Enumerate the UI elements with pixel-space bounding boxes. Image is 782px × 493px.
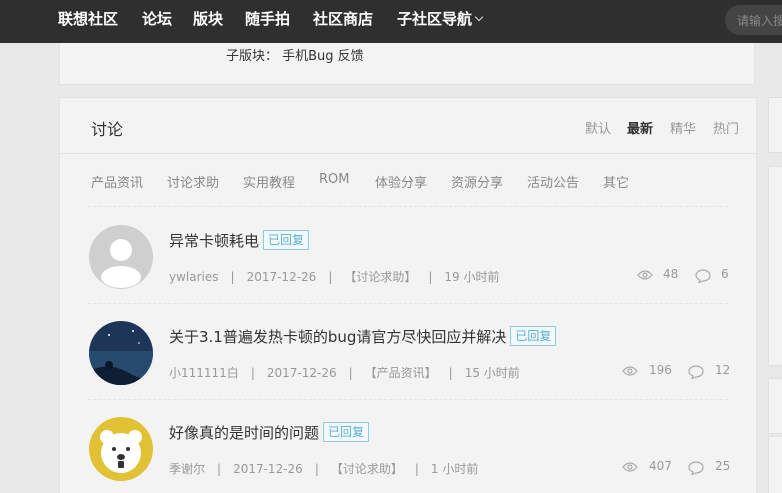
- sort-default[interactable]: 默认: [585, 118, 611, 137]
- last-reply-time: 1 小时前: [430, 462, 479, 476]
- side-card: [768, 97, 782, 153]
- category-other[interactable]: 其它: [603, 172, 629, 191]
- comment-icon: [688, 461, 704, 475]
- nav-home[interactable]: 联想社区: [58, 8, 118, 30]
- thread-meta: 小111111白 | 2017-12-26 | 【产品资讯】 | 15 小时前: [169, 366, 520, 380]
- category-discussion[interactable]: 讨论求助: [167, 172, 219, 191]
- replied-badge: 已回复: [263, 230, 310, 250]
- side-card: [768, 436, 782, 493]
- polar-bear-avatar-icon: [89, 417, 153, 481]
- category-resources[interactable]: 资源分享: [451, 172, 503, 191]
- category-rom[interactable]: ROM: [319, 172, 349, 187]
- default-avatar-icon: [89, 225, 153, 289]
- thread-title[interactable]: 关于3.1普遍发热卡顿的bug请官方尽快回应并解决 已回复: [169, 326, 557, 347]
- category-events[interactable]: 活动公告: [527, 172, 579, 191]
- eye-icon: [622, 366, 638, 376]
- avatar[interactable]: [89, 321, 153, 385]
- thread-title-text: 异常卡顿耗电: [169, 232, 260, 250]
- last-reply-time: 15 小时前: [464, 366, 520, 380]
- avatar[interactable]: [89, 225, 153, 289]
- thread-meta: ywlaries | 2017-12-26 | 【讨论求助】 | 19 小时前: [169, 270, 500, 284]
- night-sky-avatar-icon: [89, 321, 153, 385]
- discussion-panel: 讨论 默认 最新 精华 热门 产品资讯 讨论求助 实用教程 ROM 体验分享 资…: [59, 97, 757, 493]
- post-date: 2017-12-26: [246, 270, 317, 284]
- nav-subcommunity-label: 子社区导航: [397, 10, 473, 28]
- sort-latest[interactable]: 最新: [627, 118, 653, 137]
- nav-shop[interactable]: 社区商店: [313, 8, 373, 30]
- category-product-news[interactable]: 产品资讯: [91, 172, 143, 191]
- search-input[interactable]: 请输入搜: [725, 5, 782, 35]
- thread-row[interactable]: 好像真的是时间的问题 已回复 季谢尔 | 2017-12-26 | 【讨论求助】 | 1 小时…: [60, 399, 756, 493]
- thread-category[interactable]: 【产品资讯】: [365, 366, 437, 380]
- panel-title: 讨论: [91, 120, 124, 139]
- thread-title[interactable]: 异常卡顿耗电 已回复: [169, 230, 310, 251]
- thread-title-text: 好像真的是时间的问题: [169, 424, 320, 442]
- nav-boards[interactable]: 版块: [193, 8, 223, 30]
- side-card: [768, 166, 782, 366]
- thread-category[interactable]: 【讨论求助】: [331, 462, 403, 476]
- subboard-label[interactable]: 子版块： 手机Bug 反馈: [226, 45, 364, 64]
- author-name[interactable]: ywlaries: [169, 270, 219, 284]
- reply-count: 6: [721, 267, 729, 281]
- replied-badge: 已回复: [510, 326, 557, 346]
- comment-icon: [688, 365, 704, 379]
- post-date: 2017-12-26: [266, 366, 337, 380]
- author-name[interactable]: 小111111白: [169, 366, 239, 380]
- view-count: 196: [649, 363, 672, 377]
- subboard-card: 子版块： 手机Bug 反馈: [59, 43, 755, 85]
- chevron-down-icon: [474, 12, 484, 22]
- thread-category[interactable]: 【讨论求助】: [344, 270, 416, 284]
- view-count: 48: [663, 267, 679, 281]
- comment-icon: [695, 269, 711, 283]
- author-name[interactable]: 季谢尔: [169, 462, 205, 476]
- category-tutorials[interactable]: 实用教程: [243, 172, 295, 191]
- view-count: 407: [649, 459, 672, 473]
- panel-header: 讨论 默认 最新 精华 热门: [60, 98, 756, 154]
- thread-title[interactable]: 好像真的是时间的问题 已回复: [169, 422, 370, 443]
- sort-hot[interactable]: 热门: [713, 118, 739, 137]
- search-placeholder: 请输入搜: [737, 14, 782, 28]
- thread-meta: 季谢尔 | 2017-12-26 | 【讨论求助】 | 1 小时前: [169, 462, 479, 476]
- thread-row[interactable]: 关于3.1普遍发热卡顿的bug请官方尽快回应并解决 已回复 小111111白 | 20…: [60, 303, 756, 400]
- reply-count: 25: [715, 459, 731, 473]
- thread-row[interactable]: 异常卡顿耗电 已回复 ywlaries | 2017-12-26 | 【讨论求助】 | 19 …: [60, 207, 756, 304]
- last-reply-time: 19 小时前: [444, 270, 500, 284]
- side-card: [768, 378, 782, 434]
- reply-count: 12: [715, 363, 731, 377]
- avatar[interactable]: [89, 417, 153, 481]
- sort-featured[interactable]: 精华: [670, 118, 696, 137]
- category-experience[interactable]: 体验分享: [375, 172, 427, 191]
- eye-icon: [622, 462, 638, 472]
- nav-forum[interactable]: 论坛: [142, 8, 172, 30]
- thread-title-text: 关于3.1普遍发热卡顿的bug请官方尽快回应并解决: [169, 328, 507, 346]
- eye-icon: [637, 270, 653, 280]
- top-nav: 联想社区 论坛 版块 随手拍 社区商店 子社区导航 请输入搜: [0, 0, 782, 43]
- post-date: 2017-12-26: [233, 462, 303, 476]
- replied-badge: 已回复: [323, 422, 370, 442]
- nav-subcommunity[interactable]: 子社区导航: [397, 8, 484, 30]
- nav-snapshots[interactable]: 随手拍: [245, 8, 290, 30]
